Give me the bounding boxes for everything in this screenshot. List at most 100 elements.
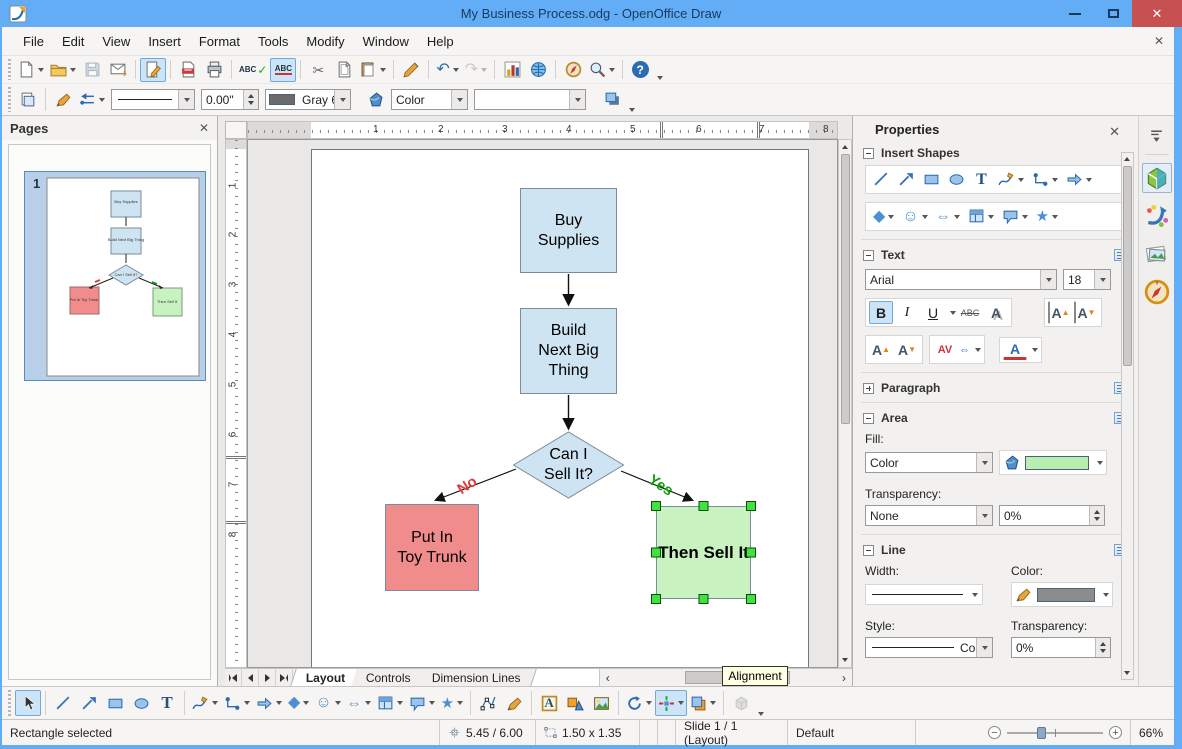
combo-arrow[interactable] (1040, 270, 1056, 289)
selection-handle[interactable] (746, 547, 756, 558)
combo-arrow[interactable] (976, 506, 992, 525)
curve-tool-button[interactable] (189, 690, 221, 716)
panel-splitter[interactable] (218, 116, 225, 686)
page-thumbnail-selected[interactable]: 1 Buy Supplies Build Next Big Thing Can (24, 171, 206, 381)
spellcheck-button[interactable]: ABC ✓ (236, 58, 270, 82)
symbol-shapes-button[interactable]: ☺ (312, 690, 343, 716)
line-width-input[interactable]: 0.00" (201, 89, 259, 110)
next-page-button[interactable] (259, 669, 276, 686)
title-bar[interactable]: My Business Process.odg - OpenOffice Dra… (0, 0, 1182, 27)
selection-handle[interactable] (698, 594, 709, 604)
toolbar-overflow-icon[interactable] (657, 76, 664, 83)
bold-button[interactable]: B (869, 301, 893, 324)
zoom-button[interactable] (586, 58, 618, 82)
star-shapes-button[interactable]: ★ (438, 690, 466, 716)
insert-connector-button[interactable] (1029, 168, 1061, 191)
selection-handle[interactable] (746, 594, 756, 604)
styles-button[interactable] (15, 88, 41, 112)
arrow-tool-button[interactable] (76, 690, 102, 716)
text-section-header[interactable]: Text (853, 244, 1138, 265)
star-shapes-button[interactable]: ★ (1033, 205, 1061, 228)
dropdown-arrow-icon[interactable] (972, 592, 978, 597)
insert-picture-button[interactable] (588, 690, 614, 716)
sidebar-tab-gallery[interactable] (1142, 239, 1172, 269)
basic-shapes-button[interactable]: ◆ (870, 205, 897, 228)
edit-mode-button[interactable] (140, 57, 166, 82)
spinner-buttons[interactable] (1089, 506, 1104, 525)
flowchart-diamond-label[interactable]: Can I Sell It? (518, 445, 619, 485)
expand-icon[interactable] (863, 382, 874, 394)
grow-font-button[interactable]: A ▲ (869, 338, 893, 361)
status-size[interactable]: 1.50 x 1.35 (536, 720, 640, 745)
line-tool-button[interactable] (50, 690, 76, 716)
collapse-icon[interactable] (863, 249, 874, 261)
font-name-select[interactable]: Arial (865, 269, 1057, 290)
flowchart-shapes-button[interactable] (965, 205, 997, 228)
font-size-select[interactable]: 18 (1063, 269, 1111, 290)
zoom-in-icon[interactable]: + (1109, 726, 1122, 739)
strikethrough-button[interactable]: ABC (958, 301, 982, 324)
dropdown-arrow-icon[interactable] (1103, 592, 1109, 597)
scroll-up-icon[interactable] (840, 141, 850, 153)
toolbar-grip[interactable] (6, 59, 13, 80)
shrink-font-button[interactable]: A ▼ (895, 338, 919, 361)
menu-help[interactable]: Help (418, 30, 463, 53)
scrollbar-thumb[interactable] (841, 154, 850, 424)
increase-spacing-button[interactable]: A ▲ (1048, 301, 1072, 324)
fontwork-button[interactable]: A (536, 690, 562, 716)
branch-label-yes[interactable]: Yes (645, 471, 676, 499)
auto-spellcheck-button[interactable]: ABC (270, 57, 297, 82)
arrow-style-button[interactable] (76, 88, 108, 112)
close-document-icon[interactable]: ✕ (1154, 34, 1164, 48)
line-width-select[interactable] (865, 584, 983, 605)
tab-layout[interactable]: Layout (290, 669, 362, 686)
ellipse-tool-button[interactable] (128, 690, 154, 716)
status-zoom-level[interactable]: 66% (1130, 720, 1174, 745)
insert-chart-button[interactable] (499, 58, 525, 82)
transparency-type-select[interactable]: None (865, 505, 993, 526)
symbol-shapes-button[interactable]: ☺ (899, 205, 930, 228)
toolbar-grip[interactable] (6, 690, 13, 716)
combo-arrow[interactable] (334, 90, 350, 109)
text-tool-button[interactable]: T (154, 690, 180, 716)
menu-format[interactable]: Format (190, 30, 249, 53)
glue-points-button[interactable] (501, 690, 527, 716)
selection-handle[interactable] (746, 501, 756, 511)
basic-shapes-button[interactable]: ◆ (285, 690, 312, 716)
hyperlink-button[interactable] (525, 58, 551, 82)
insert-arrow-button[interactable] (895, 168, 918, 191)
transparency-value-input[interactable]: 0% (999, 505, 1105, 526)
dropdown-arrow-icon[interactable] (975, 347, 981, 352)
email-document-button[interactable] (105, 58, 131, 82)
status-position[interactable]: 5.45 / 6.00 (440, 720, 536, 745)
collapse-icon[interactable] (863, 147, 874, 159)
line-style-select[interactable]: Co (865, 637, 993, 658)
italic-button[interactable]: I (895, 301, 919, 324)
menu-modify[interactable]: Modify (297, 30, 353, 53)
properties-scrollbar[interactable] (1121, 152, 1134, 680)
insert-block-arrow-button[interactable] (1063, 168, 1095, 191)
arrange-button[interactable] (687, 690, 719, 716)
select-tool-button[interactable] (15, 690, 41, 716)
zoom-slider[interactable]: − + (980, 726, 1130, 739)
scroll-down-icon[interactable] (1122, 667, 1132, 679)
combo-arrow[interactable] (451, 90, 467, 109)
menu-tools[interactable]: Tools (249, 30, 297, 53)
status-template[interactable]: Default (788, 720, 916, 745)
export-pdf-button[interactable] (175, 58, 201, 82)
pages-list[interactable]: 1 Buy Supplies Build Next Big Thing Can (8, 144, 211, 680)
copy-button[interactable] (331, 58, 357, 82)
combo-arrow[interactable] (569, 90, 585, 109)
line-style-select[interactable] (111, 89, 195, 110)
combo-arrow[interactable] (178, 90, 194, 109)
character-spacing-button[interactable]: AV (933, 338, 957, 361)
sidebar-tab-transitions[interactable] (1142, 201, 1172, 231)
line-section-header[interactable]: Line (853, 539, 1138, 560)
menu-insert[interactable]: Insert (139, 30, 190, 53)
tab-dimension-lines[interactable]: Dimension Lines (417, 669, 537, 686)
paste-button[interactable] (357, 58, 389, 82)
selection-handle[interactable] (651, 547, 661, 558)
scroll-up-icon[interactable] (1122, 153, 1132, 165)
line-transparency-input[interactable]: 0% (1011, 637, 1111, 658)
rotate-button[interactable] (623, 690, 655, 716)
